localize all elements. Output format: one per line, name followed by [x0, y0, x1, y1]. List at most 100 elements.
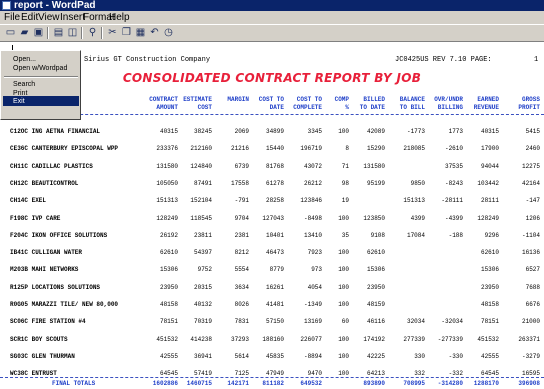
column-header-line1: GROSS: [521, 96, 540, 103]
menu-item-exit[interactable]: Exit: [13, 97, 25, 106]
menu-edit[interactable]: Edit: [21, 11, 38, 24]
cell: 61278: [265, 180, 284, 187]
menu-item-open[interactable]: Open...: [13, 55, 36, 64]
cell: 330: [414, 353, 425, 360]
cell: 62610: [480, 249, 499, 256]
cell: 40315: [480, 128, 499, 135]
wordpad-window: report - WordPad File Edit View Insert F…: [0, 0, 544, 389]
cell: 95199: [366, 180, 385, 187]
cell: 20315: [193, 284, 212, 291]
table-row: SCR1C BOY SCOUTS 451532 414238 37293 188160 2…: [0, 334, 544, 346]
cell: 12275: [521, 163, 540, 170]
table-row: M203B MAHI NETWORKS 15306 9752 5554 8779 973 1…: [0, 264, 544, 276]
cell: 45835: [265, 353, 284, 360]
cell: 42555: [480, 353, 499, 360]
cell: 2069: [234, 128, 249, 135]
cut-icon[interactable]: ✂: [106, 26, 119, 39]
cell: 38245: [193, 128, 212, 135]
cell: 123850: [363, 215, 385, 222]
job-name: F204C IKON OFFICE SOLUTIONS: [10, 232, 108, 239]
menu-bar: File Edit View Insert Format Help: [0, 11, 544, 24]
cell: 142171: [227, 380, 249, 387]
cell: 9108: [370, 232, 385, 239]
column-header: EARNED REVENUE: [455, 96, 499, 112]
cell: 2460: [525, 145, 540, 152]
job-name: R0G05 MARAZZI TILE/ NEW 80,000: [10, 301, 119, 308]
cell: 8026: [234, 301, 249, 308]
cell: 5415: [525, 128, 540, 135]
cell: 100: [338, 336, 349, 343]
undo-icon[interactable]: ↶: [148, 26, 161, 39]
cell: 15440: [265, 145, 284, 152]
cell: -147: [525, 197, 540, 204]
cell: 6739: [234, 163, 249, 170]
menu-insert[interactable]: Insert: [60, 11, 85, 24]
cell: 4399: [410, 215, 425, 222]
cell: 7831: [234, 318, 249, 325]
cell: 212160: [190, 145, 212, 152]
cell: 46473: [265, 249, 284, 256]
cell: 8779: [269, 266, 284, 273]
title-bar[interactable]: report - WordPad: [0, 0, 544, 11]
cell: 131580: [363, 163, 385, 170]
cell: 9850: [410, 180, 425, 187]
open-icon[interactable]: ▰: [18, 26, 31, 39]
menu-item-open-wordpad[interactable]: Open w/Wordpad: [13, 64, 67, 73]
cell: 6527: [525, 266, 540, 273]
new-icon[interactable]: ▭: [4, 26, 17, 39]
table-row: CE36C CANTERBURY EPISCOPAL WPP 233376 2121…: [0, 143, 544, 155]
cell: 396908: [518, 380, 540, 387]
date-time-icon[interactable]: ◷: [162, 26, 175, 39]
cell: 8212: [234, 249, 249, 256]
find-icon[interactable]: ⚲: [86, 26, 99, 39]
cell: 42225: [366, 353, 385, 360]
cell: 42089: [366, 128, 385, 135]
cell: 3634: [234, 284, 249, 291]
menu-file[interactable]: File: [4, 11, 20, 24]
cell: -3279: [521, 353, 540, 360]
cell: 708995: [403, 380, 425, 387]
cell: 218085: [403, 145, 425, 152]
paste-icon[interactable]: ▦: [134, 26, 147, 39]
menu-view[interactable]: View: [38, 11, 60, 24]
job-name: SCR1C BOY SCOUTS: [10, 336, 68, 343]
copy-icon[interactable]: ❐: [120, 26, 133, 39]
print-icon[interactable]: ▤: [52, 26, 65, 39]
cell: 1206: [525, 215, 540, 222]
table-row: CH11C CADILLAC PLASTICS 131580 124840 6739 8…: [0, 161, 544, 173]
cell: 6676: [525, 301, 540, 308]
cell: 127043: [262, 215, 284, 222]
job-name: M203B MAHI NETWORKS: [10, 266, 79, 273]
cell: 60: [341, 318, 349, 325]
document-area[interactable]: Sirius GT Construction Company JC0425US …: [0, 42, 544, 389]
print-preview-icon[interactable]: ◫: [66, 26, 79, 39]
menu-item-search[interactable]: Search: [13, 80, 35, 89]
cell: 103442: [477, 180, 499, 187]
save-icon[interactable]: ▣: [32, 26, 45, 39]
table-row: F204C IKON OFFICE SOLUTIONS 26192 23811 238…: [0, 230, 544, 242]
table-row: IB41C CULLIGAN WATER 62610 54397 8212 46473 7…: [0, 247, 544, 259]
cell: 1773: [448, 128, 463, 135]
job-name: SC06C FIRE STATION #4: [10, 318, 86, 325]
cell: -314280: [437, 380, 463, 387]
cell: 263371: [518, 336, 540, 343]
table-row: R0G05 MARAZZI TILE/ NEW 80,000 48158 40132…: [0, 299, 544, 311]
table-row: SG03C GLEN THURMAN 42555 36941 5614 45835 -88…: [0, 351, 544, 363]
cell: 23811: [193, 232, 212, 239]
cell: 2381: [234, 232, 249, 239]
cell: 87491: [193, 180, 212, 187]
cell: 17558: [230, 180, 249, 187]
cell: -1104: [521, 232, 540, 239]
cell: 100: [338, 266, 349, 273]
cell: 16261: [265, 284, 284, 291]
report-title: CONSOLIDATED CONTRACT REPORT BY JOB: [122, 71, 422, 85]
cell: 174192: [363, 336, 385, 343]
cell: 1288170: [473, 380, 499, 387]
cell: 100: [338, 284, 349, 291]
cell: 649532: [300, 380, 322, 387]
wordpad-app-icon[interactable]: [2, 1, 11, 10]
cell: 100: [338, 249, 349, 256]
cell: 48158: [480, 301, 499, 308]
menu-help[interactable]: Help: [109, 11, 130, 24]
cell: 34899: [265, 128, 284, 135]
